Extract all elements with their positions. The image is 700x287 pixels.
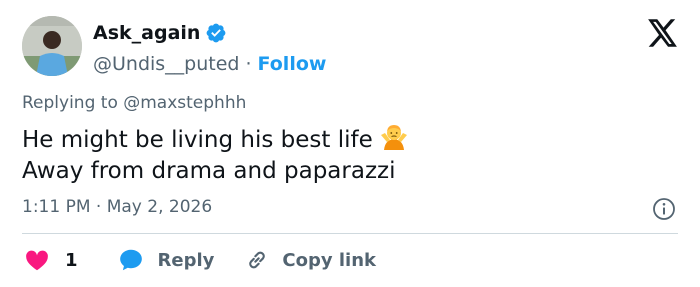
tweet-line-2: Away from drama and paparazzi	[22, 158, 396, 184]
reply-label: Reply	[157, 249, 215, 271]
tweet-line-1: He might be living his best life	[22, 123, 409, 156]
heart-icon	[26, 250, 48, 271]
tweet-card: Ask_again @Undis__puted · Follow Replyin…	[0, 0, 700, 287]
reply-bubble-icon	[119, 249, 142, 271]
author-display-name[interactable]: Ask_again	[93, 22, 200, 44]
x-logo-icon[interactable]	[648, 19, 678, 47]
tweet-timestamp[interactable]: 1:11 PM · May 2, 2026	[22, 197, 212, 217]
follow-button[interactable]: Follow	[258, 53, 327, 75]
divider	[22, 233, 678, 234]
info-icon[interactable]	[652, 197, 676, 221]
reply-button[interactable]: Reply	[118, 247, 215, 273]
like-button[interactable]: 1	[24, 247, 78, 273]
link-icon	[249, 251, 266, 269]
verified-badge-icon	[205, 22, 227, 44]
author-handle[interactable]: @Undis__puted	[93, 53, 240, 75]
copy-link-button[interactable]: Copy link	[244, 247, 376, 273]
separator-dot: ·	[245, 53, 252, 75]
person-shrugging-emoji-icon	[379, 123, 409, 151]
copy-link-label: Copy link	[282, 249, 376, 271]
avatar[interactable]	[22, 16, 82, 76]
replying-to[interactable]: Replying to @maxstephhh	[22, 93, 246, 113]
action-bar: 1 Reply Copy link	[22, 246, 376, 274]
avatar-image	[22, 16, 82, 76]
tweet-text: He might be living his best life Away fr…	[22, 123, 409, 187]
tweet-line-1-text: He might be living his best life	[22, 127, 373, 153]
like-count: 1	[65, 249, 78, 271]
author-info: Ask_again @Undis__puted · Follow	[93, 20, 326, 76]
